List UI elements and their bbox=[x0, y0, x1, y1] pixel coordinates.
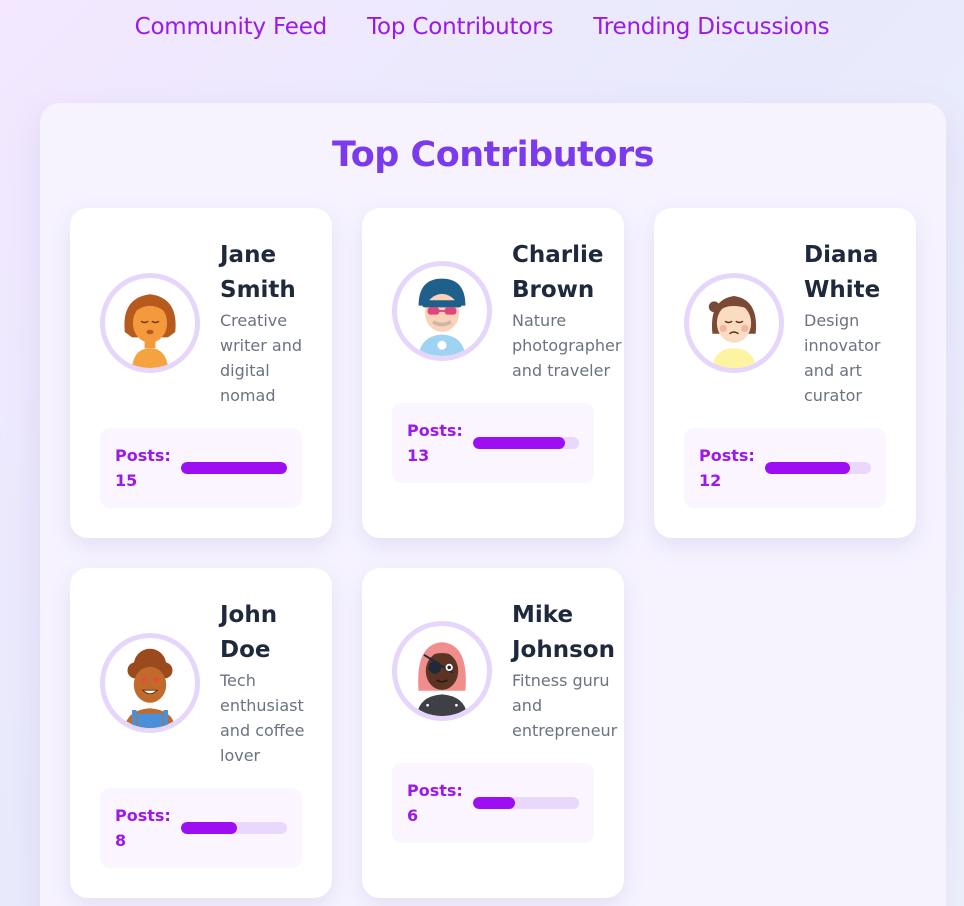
contributor-bio: Fitness guru and entrepreneur bbox=[512, 671, 618, 740]
posts-progress-fill bbox=[473, 797, 516, 809]
contributor-card-mike-johnson[interactable]: Mike Johnson Fitness guru and entreprene… bbox=[362, 568, 624, 898]
contributor-bio: Creative writer and digital nomad bbox=[220, 311, 302, 405]
contributor-name: Mike Johnson bbox=[512, 602, 615, 663]
posts-stat: Posts: 13 bbox=[392, 403, 594, 483]
posts-stat: Posts: 8 bbox=[100, 788, 302, 868]
posts-label: Posts: 12 bbox=[699, 446, 755, 490]
contributor-name: Diana White bbox=[804, 242, 881, 303]
posts-progress-fill bbox=[181, 822, 238, 834]
posts-label: Posts: 6 bbox=[407, 781, 463, 825]
posts-label: Posts: 8 bbox=[115, 806, 171, 850]
contributor-card-diana-white[interactable]: Diana White Design innovator and art cur… bbox=[654, 208, 916, 538]
contributor-name: Charlie Brown bbox=[512, 242, 604, 303]
nav-top-contributors[interactable]: Top Contributors bbox=[367, 10, 553, 44]
person-beanie-sunglasses-avatar-icon bbox=[392, 261, 492, 361]
contributor-card-charlie-brown[interactable]: Charlie Brown Nature photographer and tr… bbox=[362, 208, 624, 538]
woman-brown-hair-avatar-icon bbox=[100, 273, 200, 373]
posts-progress-fill bbox=[765, 462, 850, 474]
woman-bun-avatar-icon bbox=[684, 273, 784, 373]
contributor-card-john-doe[interactable]: John Doe Tech enthusiast and coffee love… bbox=[70, 568, 332, 898]
posts-label: Posts: 15 bbox=[115, 446, 171, 490]
contributor-bio: Nature photographer and traveler bbox=[512, 311, 622, 380]
contributor-name: Jane Smith bbox=[220, 242, 296, 303]
posts-progress-fill bbox=[181, 462, 287, 474]
nav-trending-discussions[interactable]: Trending Discussions bbox=[593, 10, 829, 44]
top-contributors-panel: Top Contributors Jane Smith Creative wri… bbox=[40, 103, 946, 906]
contributor-card-jane-smith[interactable]: Jane Smith Creative writer and digital n… bbox=[70, 208, 332, 538]
posts-progress-bar bbox=[765, 462, 871, 474]
posts-progress-bar bbox=[181, 462, 287, 474]
posts-progress-bar bbox=[473, 437, 579, 449]
posts-progress-fill bbox=[473, 437, 566, 449]
posts-progress-bar bbox=[473, 797, 579, 809]
person-eyepatch-avatar-icon bbox=[392, 621, 492, 721]
contributor-bio: Tech enthusiast and coffee lover bbox=[220, 671, 305, 765]
posts-stat: Posts: 15 bbox=[100, 428, 302, 508]
contributor-name: John Doe bbox=[220, 602, 278, 663]
contributor-bio: Design innovator and art curator bbox=[804, 311, 881, 405]
posts-stat: Posts: 6 bbox=[392, 763, 594, 843]
posts-stat: Posts: 12 bbox=[684, 428, 886, 508]
top-navigation: Community Feed Top Contributors Trending… bbox=[0, 10, 964, 44]
nav-community-feed[interactable]: Community Feed bbox=[135, 10, 328, 44]
posts-progress-bar bbox=[181, 822, 287, 834]
posts-label: Posts: 13 bbox=[407, 421, 463, 465]
man-heart-eyes-avatar-icon bbox=[100, 633, 200, 733]
section-title: Top Contributors bbox=[332, 135, 655, 175]
